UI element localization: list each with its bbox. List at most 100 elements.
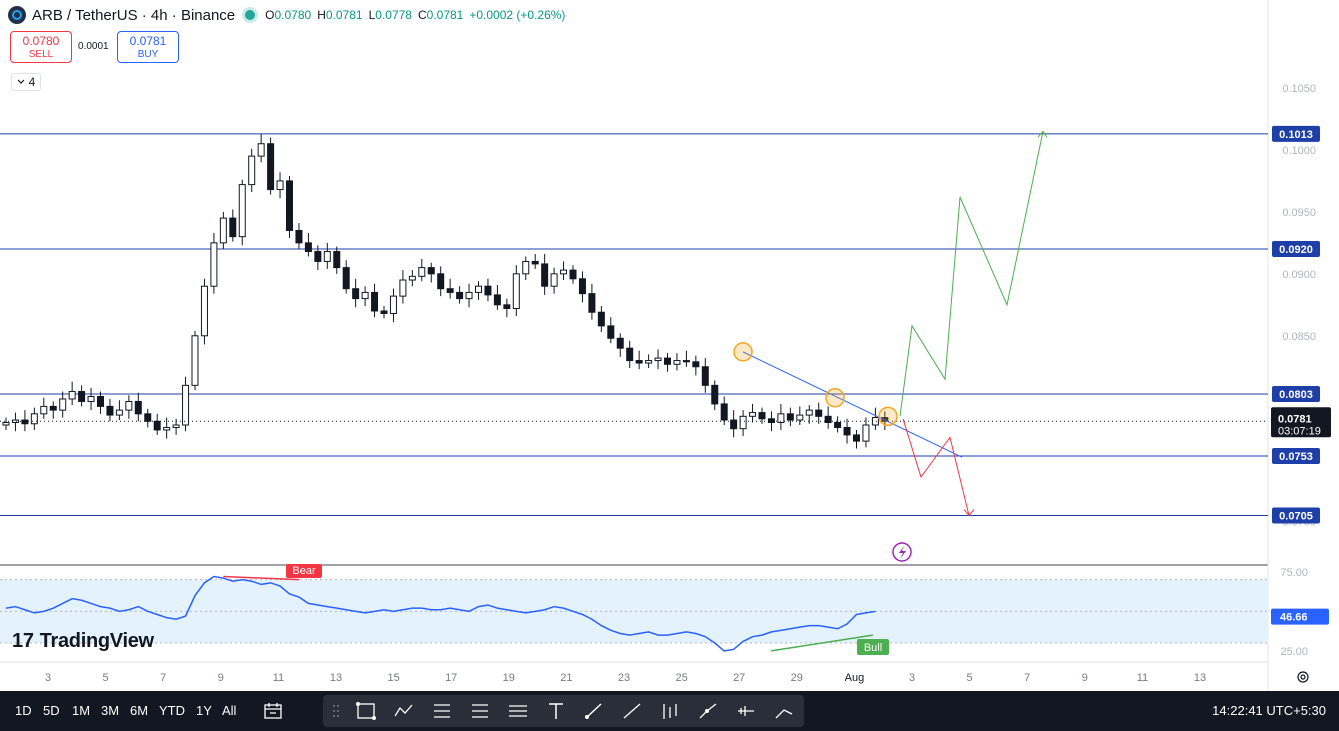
arbitrum-logo-icon	[8, 6, 26, 24]
price-tick-label: 0.0950	[1282, 207, 1316, 219]
candle-body	[437, 273, 445, 290]
trendline-icon[interactable]	[621, 701, 643, 721]
candle-body	[701, 366, 709, 386]
market-status-icon[interactable]	[245, 10, 256, 20]
symbol-header[interactable]: ARB / TetherUS · 4h · Binance O0.0780 H0…	[8, 4, 571, 26]
candle-body	[758, 412, 766, 420]
chevron-down-icon	[17, 79, 25, 84]
candle-body	[767, 418, 775, 424]
candle-body	[30, 413, 38, 425]
candle-body	[512, 273, 520, 310]
time-tick-label: 21	[560, 672, 572, 684]
candle-body	[522, 260, 530, 275]
parallel-channel-icon[interactable]	[507, 701, 529, 721]
price-tick-label: 0.1000	[1282, 145, 1316, 157]
tradingview-logo-text: TradingView	[39, 630, 154, 652]
candle-body	[616, 337, 624, 349]
time-tick-label: 25	[675, 672, 687, 684]
time-tick-label: 9	[218, 672, 224, 684]
candle-body	[607, 325, 615, 339]
forecast-icon[interactable]	[735, 701, 757, 721]
text-icon[interactable]	[545, 701, 567, 721]
candle-body	[418, 267, 426, 277]
drag-handle-icon[interactable]	[325, 701, 347, 721]
timeframe-1y[interactable]: 1Y	[196, 703, 212, 718]
candle-body	[645, 360, 653, 364]
timeframe-5d[interactable]: 5D	[43, 703, 60, 718]
ohlc-low: L0.0778	[368, 8, 412, 22]
candle-body	[692, 361, 700, 368]
candle-body	[248, 155, 256, 186]
candle-body	[21, 419, 29, 425]
short-position-icon[interactable]	[469, 701, 491, 721]
clock-display[interactable]: 14:22:41 UTC+5:30	[1212, 703, 1326, 718]
candle-body	[361, 291, 369, 300]
countdown-label: 03:07:19	[1278, 425, 1321, 437]
trendline-touch-circle	[825, 387, 845, 408]
candle-body	[578, 278, 586, 295]
candle-body	[588, 293, 596, 313]
time-tick-label: 3	[45, 672, 51, 684]
candle-body	[200, 285, 208, 337]
candle-body	[125, 400, 133, 411]
buy-button[interactable]: 0.0781 BUY	[117, 31, 179, 63]
pattern-icon[interactable]	[393, 701, 415, 721]
chart-canvas[interactable]: Bear Bull 0.1050 0.1000 0.0950 0.0900 0.0850 0…	[0, 0, 1339, 691]
ohlc-close: C0.0781	[417, 8, 464, 22]
candle-body	[786, 413, 794, 421]
price-tick-label: 0.0900	[1282, 269, 1316, 281]
candle-body	[153, 420, 161, 431]
time-tick-label: 13	[1194, 672, 1206, 684]
indicators-toggle[interactable]: 4	[11, 73, 41, 91]
tradingview-logo-icon: 17	[12, 630, 34, 652]
candle-body	[182, 384, 190, 426]
candle-body	[446, 288, 454, 293]
candle-body	[238, 184, 246, 238]
path-icon[interactable]	[697, 701, 719, 721]
candle-body	[276, 180, 284, 191]
candle-body	[635, 360, 643, 364]
rectangle-icon[interactable]	[355, 701, 377, 721]
timeframe-3m[interactable]: 3M	[101, 703, 119, 718]
candle-body	[730, 419, 738, 430]
sell-button[interactable]: 0.0780 SELL	[10, 31, 72, 63]
bull-projection-path	[899, 131, 1044, 417]
candle-body	[314, 251, 322, 262]
tradingview-logo[interactable]: 17 TradingView	[12, 630, 154, 653]
time-tick-label: 11	[273, 672, 284, 684]
settings-gear-icon[interactable]	[1296, 670, 1310, 684]
candle-body	[503, 304, 511, 310]
candle-body	[229, 217, 237, 238]
fib-icon[interactable]	[659, 701, 681, 721]
candle-body	[163, 426, 171, 431]
candle-body	[389, 295, 397, 314]
candle-body	[560, 269, 568, 275]
last-price-label: 0.0781	[1278, 413, 1312, 425]
time-tick-label: 7	[1024, 672, 1030, 684]
projection-icon[interactable]	[773, 701, 795, 721]
symbol-title[interactable]: ARB / TetherUS · 4h · Binance	[32, 7, 235, 24]
timeframe-6m[interactable]: 6M	[130, 703, 148, 718]
date-range-icon[interactable]	[262, 701, 284, 721]
candle-body	[11, 419, 19, 424]
candle-body	[739, 415, 747, 430]
candle-body	[654, 357, 662, 362]
candle-body	[569, 269, 577, 280]
candle-body	[493, 294, 501, 306]
candle-body	[304, 242, 312, 253]
candle-body	[257, 143, 265, 157]
timeframe-all[interactable]: All	[222, 703, 236, 718]
rsi-pane: Bear Bull	[0, 564, 1268, 655]
brush-icon[interactable]	[583, 701, 605, 721]
candle-body	[484, 285, 492, 296]
long-position-icon[interactable]	[431, 701, 453, 721]
rsi-value-label: 46.66	[1280, 612, 1308, 624]
ohlc-change: +0.0002 (+0.26%)	[469, 8, 566, 22]
timeframe-1m[interactable]: 1M	[72, 703, 90, 718]
timeframe-1d[interactable]: 1D	[15, 703, 32, 718]
timeframe-ytd[interactable]: YTD	[159, 703, 185, 718]
time-tick-label: 13	[330, 672, 342, 684]
descending-trendline	[742, 351, 963, 458]
candle-body	[805, 409, 813, 416]
time-tick-label: 11	[1137, 672, 1148, 684]
